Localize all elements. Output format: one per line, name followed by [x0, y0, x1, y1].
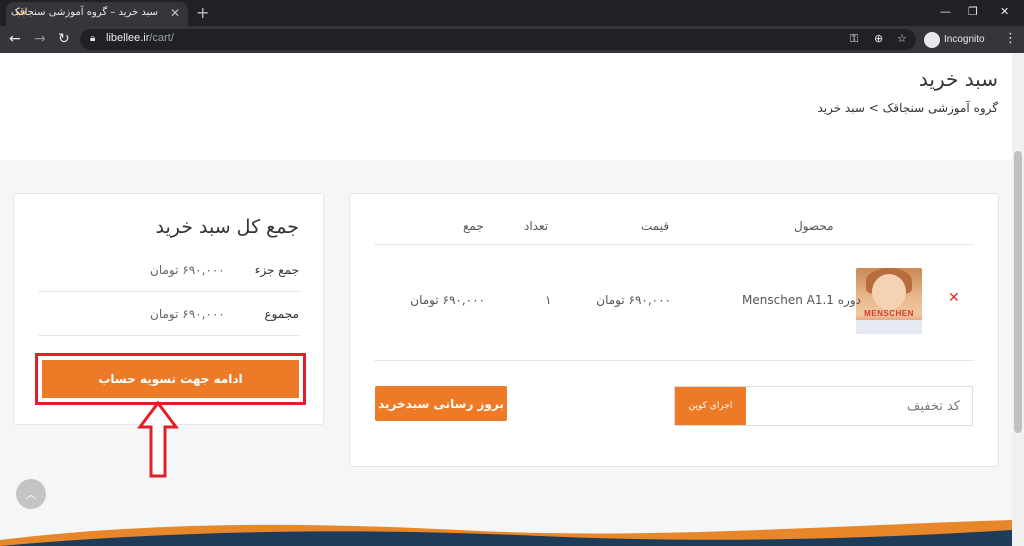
- subtotal-value: ۶۹۰,۰۰۰ تومان: [150, 263, 225, 277]
- back-icon[interactable]: ←: [9, 31, 21, 47]
- scrollbar-thumb[interactable]: [1014, 151, 1022, 433]
- checkout-highlight-frame: ادامه جهت تسویه حساب: [35, 353, 306, 405]
- product-name[interactable]: دوره Menschen A1.1: [742, 293, 861, 307]
- incognito-label: Incognito: [944, 34, 985, 45]
- chevron-up-icon: ︿: [25, 488, 37, 501]
- browser-tab[interactable]: سبد خرید – گروه آموزشی سنجاقک ✕: [6, 2, 188, 26]
- cart-table-card: محصول قیمت تعداد جمع ✕ MENSCHEN دوره Men…: [349, 193, 999, 467]
- key-icon[interactable]: ⚿: [850, 32, 858, 46]
- scroll-to-top-button[interactable]: ︿: [16, 479, 46, 509]
- page-title: سبد خرید: [918, 67, 998, 91]
- product-thumbnail-brand: MENSCHEN: [864, 309, 914, 318]
- lock-icon: 🔒︎: [90, 33, 96, 44]
- coupon-group: اجرای کوپن: [674, 386, 973, 426]
- incognito-icon: [924, 31, 940, 48]
- coupon-input[interactable]: [745, 387, 972, 425]
- column-header-product: محصول: [794, 219, 834, 233]
- remove-item-icon[interactable]: ✕: [948, 290, 960, 306]
- plus-icon[interactable]: +: [196, 3, 209, 22]
- browser-tabbar: سبد خرید – گروه آموزشی سنجاقک ✕ + — ❐ ✕: [0, 0, 1024, 26]
- breadcrumb[interactable]: گروه آموزشی سنجاقک > سبد خرید: [817, 101, 998, 115]
- proceed-to-checkout-button[interactable]: ادامه جهت تسویه حساب: [42, 360, 299, 398]
- url-text: libellee.ir/cart/: [106, 32, 174, 44]
- tab-title: سبد خرید – گروه آموزشی سنجاقک: [10, 7, 158, 18]
- incognito-indicator[interactable]: Incognito: [924, 29, 985, 50]
- reload-icon[interactable]: ↻: [58, 31, 70, 47]
- page-scrollbar[interactable]: [1012, 53, 1024, 546]
- apply-coupon-button[interactable]: اجرای کوپن: [675, 387, 746, 425]
- product-thumbnail[interactable]: MENSCHEN: [856, 268, 922, 334]
- total-value: ۶۹۰,۰۰۰ تومان: [150, 307, 225, 321]
- address-bar[interactable]: 🔒︎ libellee.ir/cart/ ⚿ ⊕ ☆: [80, 29, 916, 50]
- close-icon[interactable]: ✕: [170, 6, 180, 20]
- total-label: مجموع: [264, 307, 299, 321]
- page-content: سبد خرید گروه آموزشی سنجاقک > سبد خرید م…: [0, 53, 1012, 546]
- page-header: سبد خرید گروه آموزشی سنجاقک > سبد خرید: [0, 53, 1012, 160]
- subtotal-label: جمع جزء: [254, 263, 299, 277]
- footer-wave-decoration: [0, 520, 1012, 546]
- browser-toolbar: ← → ↻ 🔒︎ libellee.ir/cart/ ⚿ ⊕ ☆ Incogni…: [0, 26, 1024, 53]
- column-header-price: قیمت: [641, 219, 670, 233]
- divider: [38, 335, 300, 336]
- column-header-quantity: تعداد: [524, 219, 549, 233]
- more-icon[interactable]: ⋮: [1004, 31, 1017, 46]
- star-icon[interactable]: ☆: [897, 32, 907, 45]
- restore-icon[interactable]: ❐: [968, 5, 978, 18]
- window-close-icon[interactable]: ✕: [1000, 5, 1009, 18]
- update-cart-button[interactable]: بروز رسانی سبدخرید: [375, 386, 507, 421]
- divider: [374, 244, 974, 245]
- divider: [38, 291, 300, 292]
- divider: [374, 360, 974, 361]
- cart-totals-card: جمع کل سبد خرید جمع جزء ۶۹۰,۰۰۰ تومان مج…: [13, 193, 324, 425]
- minimize-icon[interactable]: —: [940, 5, 951, 18]
- forward-icon[interactable]: →: [34, 31, 46, 47]
- product-quantity[interactable]: ۱: [545, 293, 551, 307]
- totals-title: جمع کل سبد خرید: [155, 216, 299, 238]
- product-subtotal: ۶۹۰,۰۰۰ تومان: [410, 293, 485, 307]
- product-price: ۶۹۰,۰۰۰ تومان: [596, 293, 671, 307]
- column-header-subtotal: جمع: [463, 219, 484, 233]
- zoom-icon[interactable]: ⊕: [874, 32, 883, 45]
- up-arrow-annotation-icon: [137, 401, 179, 478]
